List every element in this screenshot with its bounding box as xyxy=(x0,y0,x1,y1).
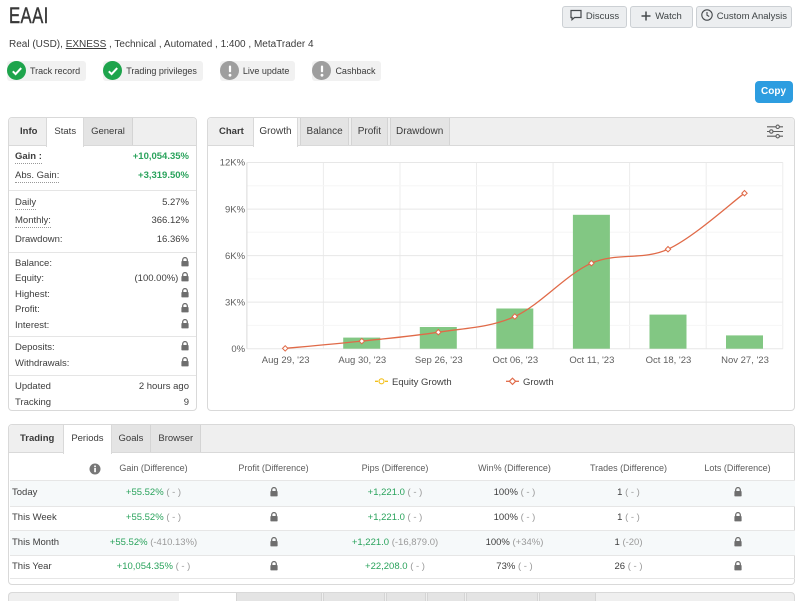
svg-text:Aug 30, '23: Aug 30, '23 xyxy=(338,355,386,366)
svg-text:Equity Growth: Equity Growth xyxy=(392,377,452,388)
svg-text:Growth: Growth xyxy=(523,377,554,388)
svg-text:Nov 27, '23: Nov 27, '23 xyxy=(721,355,769,366)
svg-text:Sep 26, '23: Sep 26, '23 xyxy=(415,355,463,366)
svg-text:12K%: 12K% xyxy=(220,158,246,169)
svg-text:6K%: 6K% xyxy=(225,251,246,262)
svg-text:Aug 29, '23: Aug 29, '23 xyxy=(262,355,310,366)
svg-text:0%: 0% xyxy=(231,344,245,355)
svg-text:Oct 06, '23: Oct 06, '23 xyxy=(492,355,538,366)
svg-text:9K%: 9K% xyxy=(225,204,246,215)
svg-text:Oct 11, '23: Oct 11, '23 xyxy=(569,355,614,366)
svg-text:3K%: 3K% xyxy=(225,297,246,308)
svg-text:Oct 18, '23: Oct 18, '23 xyxy=(646,355,692,366)
